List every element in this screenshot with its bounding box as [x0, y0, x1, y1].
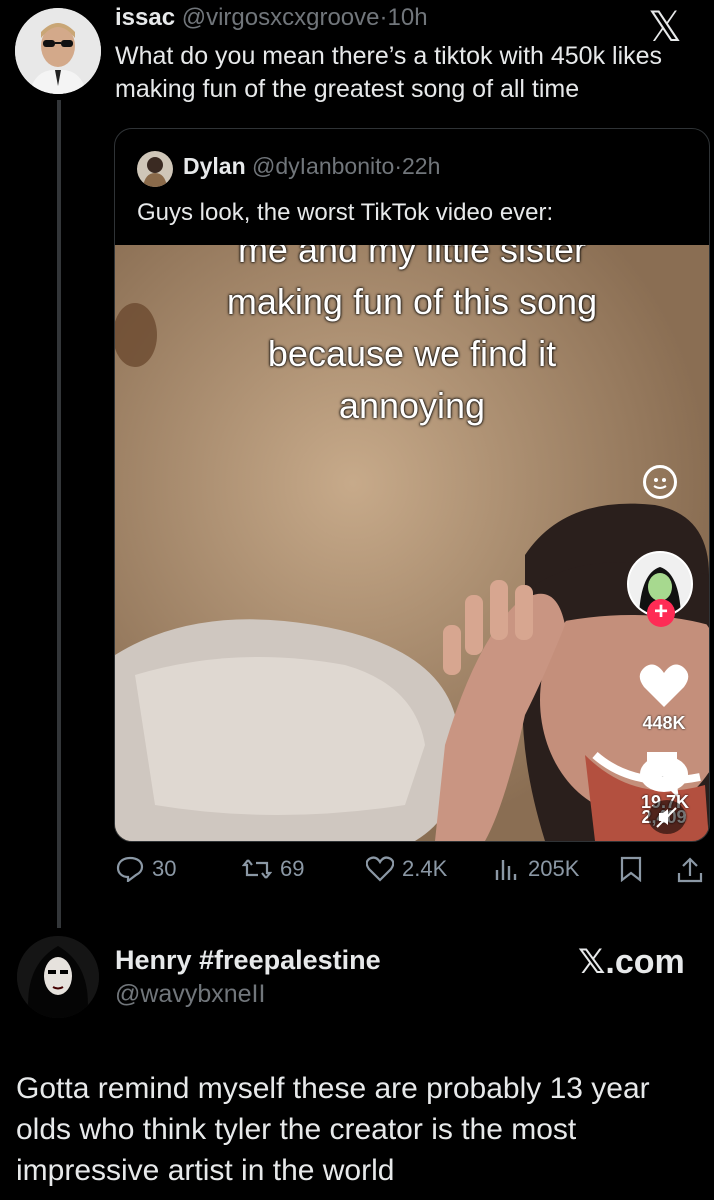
- reply-text: Gotta remind myself these are probably 1…: [16, 1072, 650, 1187]
- x-com-watermark: 𝕏.com: [578, 943, 685, 981]
- author-handle[interactable]: @virgosxcxgroove: [182, 4, 380, 31]
- quote-author-name[interactable]: Dylan: [183, 153, 246, 179]
- emoji-icon[interactable]: [643, 465, 677, 499]
- view-count: 205K: [528, 856, 580, 881]
- reply-author-handle[interactable]: @wavybxneII: [115, 980, 265, 1009]
- dot-separator: ·: [379, 4, 388, 31]
- heart-icon[interactable]: [639, 663, 689, 714]
- bookmark-button[interactable]: [620, 856, 642, 882]
- mute-icon[interactable]: [648, 800, 686, 834]
- share-icon: [677, 857, 703, 883]
- tweet-text: What do you mean there’s a tiktok with 4…: [115, 42, 663, 103]
- follow-plus-icon[interactable]: +: [647, 599, 675, 627]
- tweet-header: issac @virgosxcxgroove·10h: [115, 4, 428, 32]
- video-like-count: 448K: [642, 713, 686, 733]
- quote-author-handle[interactable]: @dyIanbonito: [252, 153, 394, 179]
- like-count: 2.4K: [402, 856, 448, 881]
- tweet-time[interactable]: 10h: [388, 4, 428, 31]
- author-name[interactable]: issac: [115, 4, 175, 31]
- repost-button[interactable]: 69: [242, 856, 304, 882]
- reply-avatar[interactable]: [17, 936, 99, 1018]
- bookmark-icon[interactable]: [645, 750, 679, 793]
- avatar[interactable]: [15, 8, 101, 94]
- views-button[interactable]: 205K: [494, 856, 579, 882]
- heart-outline-icon: [366, 856, 394, 882]
- quote-time[interactable]: 22h: [402, 153, 440, 179]
- bookmark-outline-icon: [620, 856, 642, 882]
- reply-count: 30: [152, 856, 177, 881]
- dot-separator: ·: [394, 153, 402, 179]
- analytics-icon: [495, 860, 517, 880]
- quote-tweet-card[interactable]: Dylan @dyIanbonito·22h Guys look, the wo…: [114, 128, 710, 842]
- embedded-video[interactable]: me and my little sister making fun of th…: [115, 245, 709, 841]
- video-caption-line-4: annoying: [338, 385, 486, 426]
- thread-connector-line: [57, 100, 61, 928]
- video-caption-line-3: because we find it: [267, 333, 557, 374]
- share-button[interactable]: [676, 856, 704, 884]
- video-caption-line-1: me and my little sister: [237, 245, 587, 270]
- quote-text: Guys look, the worst TikTok video ever:: [137, 199, 554, 226]
- repost-count: 69: [280, 856, 305, 881]
- repost-icon: [242, 859, 272, 879]
- reply-button[interactable]: 30: [116, 856, 176, 882]
- quote-avatar[interactable]: [137, 151, 173, 187]
- reply-icon: [116, 856, 144, 882]
- reply-author-name[interactable]: Henry #freepalestine: [115, 945, 381, 976]
- like-button[interactable]: 2.4K: [366, 856, 447, 882]
- quote-header: Dylan @dyIanbonito·22h: [183, 153, 440, 180]
- video-caption-line-2: making fun of this song: [226, 281, 598, 322]
